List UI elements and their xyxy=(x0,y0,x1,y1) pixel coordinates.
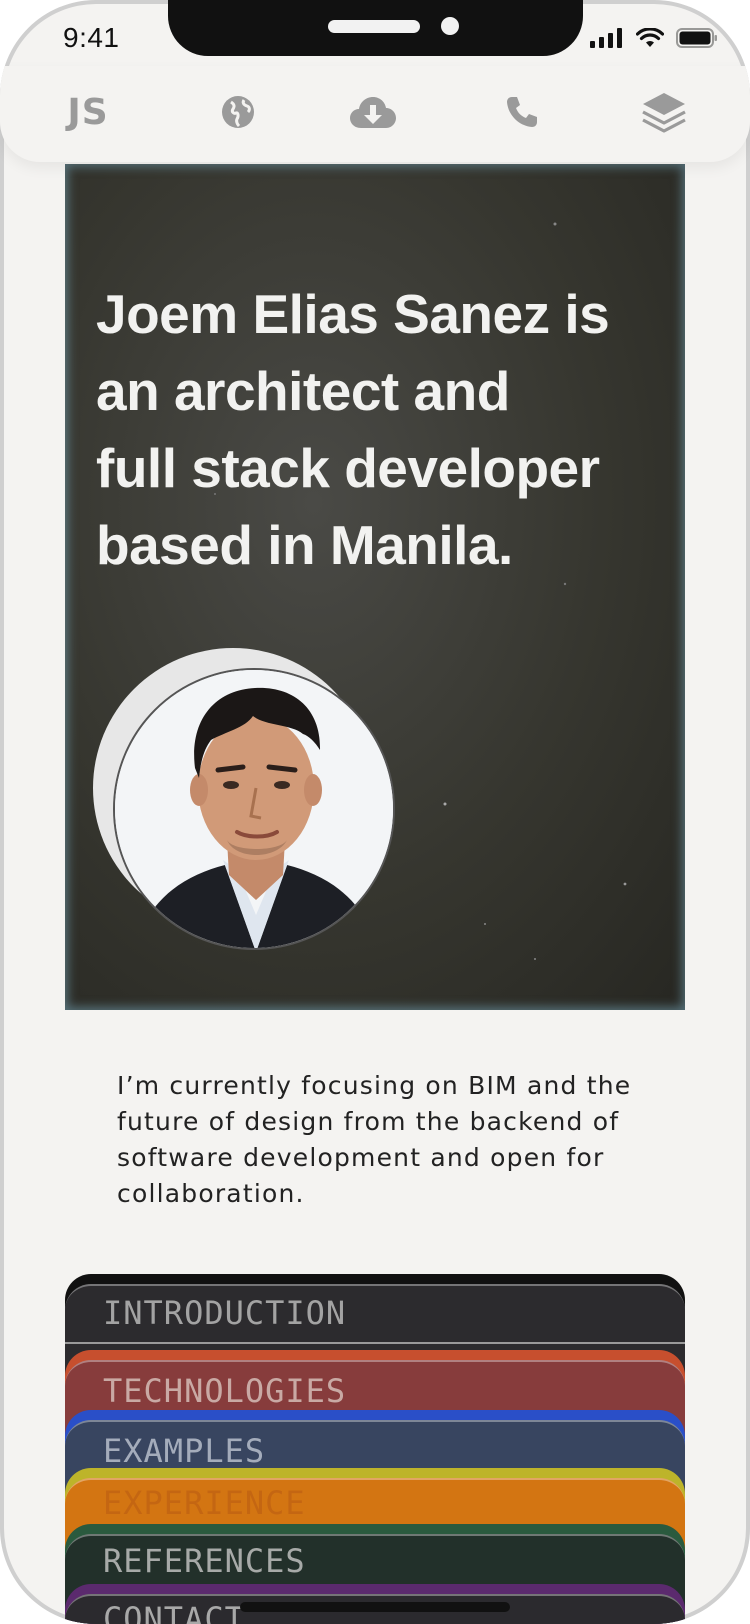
tab-label: EXAMPLES xyxy=(103,1432,266,1470)
avatar-frame xyxy=(93,648,395,950)
home-indicator[interactable] xyxy=(240,1602,510,1612)
tab-label: CONTACT xyxy=(103,1600,245,1624)
divider xyxy=(65,1342,685,1344)
signal-icon xyxy=(590,28,622,48)
tab-label: EXPERIENCE xyxy=(103,1484,306,1522)
speaker xyxy=(328,20,420,33)
intro-text: I’m currently focusing on BIM and the fu… xyxy=(117,1071,632,1208)
layers-icon xyxy=(642,93,686,133)
globe-icon xyxy=(222,96,254,128)
status-icons xyxy=(590,28,718,48)
phone-icon xyxy=(507,97,537,127)
avatar xyxy=(113,668,395,950)
top-nav: JS xyxy=(0,66,750,162)
layers-button[interactable] xyxy=(636,84,692,140)
battery-icon xyxy=(676,28,717,48)
hero-headline: Joem Elias Sanez is an architect and ful… xyxy=(96,283,610,576)
cloud-download-icon xyxy=(350,97,396,128)
logo-button[interactable]: JS xyxy=(52,84,124,140)
notch xyxy=(168,0,583,56)
tab-label: TECHNOLOGIES xyxy=(103,1372,347,1410)
status-time: 9:41 xyxy=(63,22,120,53)
logo-text: JS xyxy=(67,91,109,133)
wifi-icon xyxy=(636,28,664,47)
phone-button[interactable] xyxy=(494,84,550,140)
camera xyxy=(441,17,459,35)
profile-photo xyxy=(115,670,393,948)
download-button[interactable] xyxy=(345,84,401,140)
globe-button[interactable] xyxy=(210,84,266,140)
tab-label: INTRODUCTION xyxy=(103,1294,347,1332)
tab-label: REFERENCES xyxy=(103,1542,306,1580)
hero-section: Joem Elias Sanez is an architect and ful… xyxy=(65,164,685,1010)
phone-screen: 9:41 JS Joem Elias Sanez is an architect… xyxy=(0,0,750,1624)
